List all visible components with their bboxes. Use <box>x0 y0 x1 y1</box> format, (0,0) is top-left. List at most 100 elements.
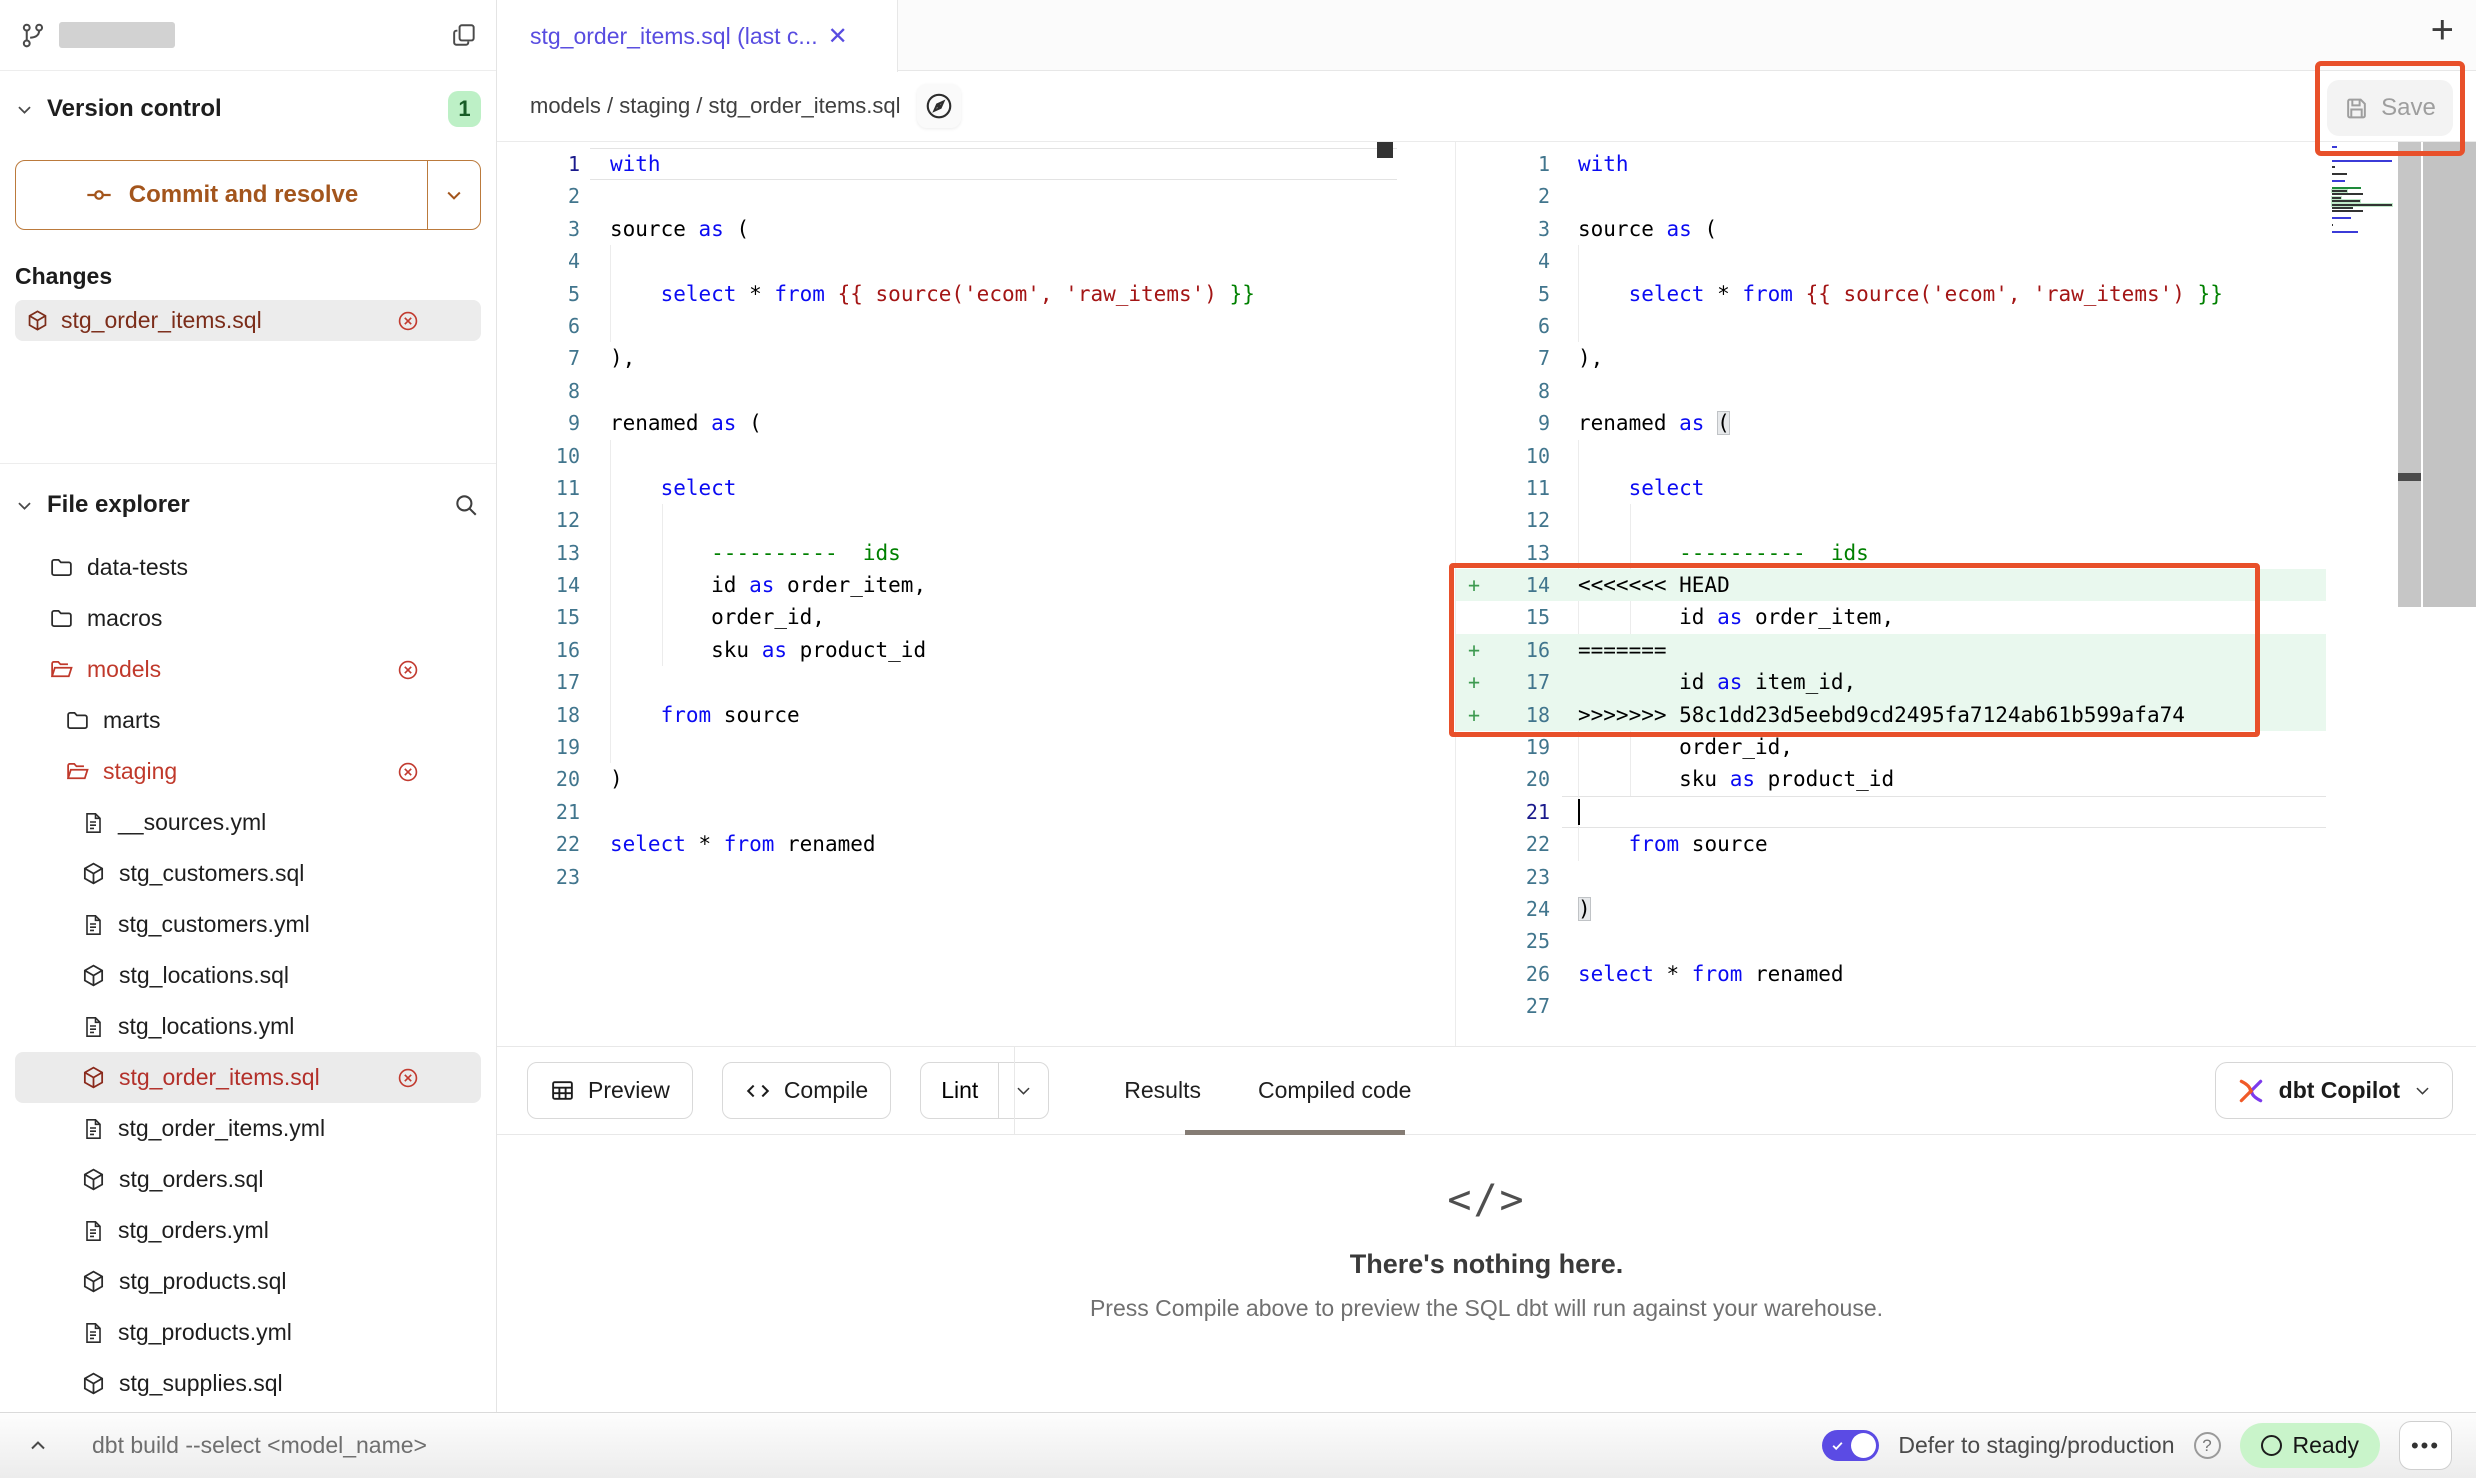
code-line[interactable]: 6 <box>497 310 1397 342</box>
code-line[interactable]: 12 <box>497 504 1397 536</box>
code-line[interactable]: 9renamed as ( <box>497 407 1397 439</box>
code-line[interactable]: 3source as ( <box>1456 213 2326 245</box>
copy-files-icon[interactable] <box>450 20 480 50</box>
tree-item-stg-locations-yml[interactable]: stg_locations.yml <box>15 1001 481 1052</box>
tree-item-stg-orders-sql[interactable]: stg_orders.sql <box>15 1154 481 1205</box>
defer-toggle[interactable] <box>1822 1430 1879 1461</box>
tree-item-stg-customers-yml[interactable]: stg_customers.yml <box>15 899 481 950</box>
code-line[interactable]: 7), <box>1456 342 2326 374</box>
dbt-copilot-button[interactable]: dbt Copilot <box>2215 1062 2453 1119</box>
left-pane-scrollbar-thumb[interactable] <box>1377 142 1393 158</box>
tree-item--sources-yml[interactable]: __sources.yml <box>15 797 481 848</box>
tree-item-models[interactable]: models <box>15 644 481 695</box>
code-line[interactable]: 15 id as order_item, <box>1456 601 2326 633</box>
discard-change-icon[interactable] <box>397 310 419 332</box>
code-line[interactable]: 14 id as order_item, <box>497 569 1397 601</box>
tab-results[interactable]: Results <box>1124 1077 1201 1104</box>
code-line[interactable]: 22 from source <box>1456 828 2326 860</box>
code-line[interactable]: 12 <box>1456 504 2326 536</box>
search-icon[interactable] <box>451 490 481 520</box>
tab-compiled-code[interactable]: Compiled code <box>1258 1077 1411 1104</box>
code-line[interactable]: 1with <box>1456 148 2326 180</box>
tree-item-stg-order-items-sql[interactable]: stg_order_items.sql <box>15 1052 481 1103</box>
code-line[interactable]: 10 <box>1456 440 2326 472</box>
code-line[interactable]: 11 select <box>497 472 1397 504</box>
editor-scrollbar-thumb[interactable] <box>2398 473 2421 481</box>
code-line[interactable]: 23 <box>497 861 1397 893</box>
commit-options-chevron[interactable] <box>427 161 480 229</box>
tree-item-stg-supplies-sql[interactable]: stg_supplies.sql <box>15 1358 481 1409</box>
preview-button[interactable]: Preview <box>527 1062 693 1119</box>
code-line[interactable]: 3source as ( <box>497 213 1397 245</box>
code-line[interactable]: +16======= <box>1456 634 2326 666</box>
tree-item-stg-customers-sql[interactable]: stg_customers.sql <box>15 848 481 899</box>
code-line[interactable]: 26select * from renamed <box>1456 958 2326 990</box>
lineage-compass-icon[interactable] <box>917 84 961 128</box>
lint-options-chevron[interactable] <box>998 1063 1048 1118</box>
diff-pane-modified[interactable]: 1with23source as (45 select * from {{ so… <box>1456 142 2326 1046</box>
tree-item-staging[interactable]: staging <box>15 746 481 797</box>
code-line[interactable]: 13 ---------- ids <box>497 537 1397 569</box>
close-tab-icon[interactable]: ✕ <box>828 22 848 51</box>
tree-item-macros[interactable]: macros <box>15 593 481 644</box>
code-line[interactable]: 2 <box>1456 180 2326 212</box>
command-input[interactable]: dbt build --select <model_name> <box>92 1432 427 1459</box>
code-line[interactable]: 7), <box>497 342 1397 374</box>
code-line[interactable]: 1with <box>497 148 1397 180</box>
code-line[interactable]: 8 <box>1456 375 2326 407</box>
commit-and-resolve-button[interactable]: Commit and resolve <box>16 161 427 229</box>
tree-item-stg-orders-yml[interactable]: stg_orders.yml <box>15 1205 481 1256</box>
tree-item-stg-products-sql[interactable]: stg_products.sql <box>15 1256 481 1307</box>
code-line[interactable]: 17 <box>497 666 1397 698</box>
discard-change-icon[interactable] <box>397 659 419 681</box>
code-line[interactable]: 22select * from renamed <box>497 828 1397 860</box>
code-line[interactable]: 15 order_id, <box>497 601 1397 633</box>
code-line[interactable]: 8 <box>497 375 1397 407</box>
code-line[interactable]: 2 <box>497 180 1397 212</box>
code-line[interactable]: 5 select * from {{ source('ecom', 'raw_i… <box>1456 278 2326 310</box>
editor-scrollbar[interactable] <box>2398 142 2421 607</box>
code-line[interactable]: 11 select <box>1456 472 2326 504</box>
chevron-down-icon[interactable] <box>15 496 34 515</box>
more-options-button[interactable]: ••• <box>2399 1421 2452 1470</box>
code-line[interactable]: 21 <box>497 796 1397 828</box>
code-line[interactable]: 19 <box>497 731 1397 763</box>
code-line[interactable]: 23 <box>1456 861 2326 893</box>
tree-item-marts[interactable]: marts <box>15 695 481 746</box>
tree-item-stg-order-items-yml[interactable]: stg_order_items.yml <box>15 1103 481 1154</box>
code-line[interactable]: 20) <box>497 763 1397 795</box>
chevron-up-icon[interactable] <box>26 1434 50 1458</box>
code-line[interactable]: +17 id as item_id, <box>1456 666 2326 698</box>
tab-stg-order-items[interactable]: stg_order_items.sql (last c... ✕ <box>497 0 898 72</box>
diff-pane-original[interactable]: 1with23source as (45 select * from {{ so… <box>497 142 1397 1046</box>
new-tab-icon[interactable]: + <box>2431 10 2454 50</box>
lint-button[interactable]: Lint <box>921 1063 998 1118</box>
discard-change-icon[interactable] <box>397 1067 419 1089</box>
tree-item-data-tests[interactable]: data-tests <box>15 542 481 593</box>
code-line[interactable]: 19 order_id, <box>1456 731 2326 763</box>
code-line[interactable]: 16 sku as product_id <box>497 634 1397 666</box>
code-line[interactable]: +14<<<<<<< HEAD <box>1456 569 2326 601</box>
help-icon[interactable]: ? <box>2194 1432 2221 1459</box>
code-line[interactable]: 13 ---------- ids <box>1456 537 2326 569</box>
code-line[interactable]: 4 <box>1456 245 2326 277</box>
code-line[interactable]: 18 from source <box>497 699 1397 731</box>
save-button[interactable]: Save <box>2327 80 2453 136</box>
changed-file-row[interactable]: stg_order_items.sql <box>15 300 481 341</box>
code-line[interactable]: 21 <box>1456 796 2326 828</box>
code-line[interactable]: +18>>>>>>> 58c1dd23d5eebd9cd2495fa7124ab… <box>1456 699 2326 731</box>
compile-button[interactable]: Compile <box>722 1062 891 1119</box>
code-line[interactable]: 25 <box>1456 925 2326 957</box>
tree-item-stg-products-yml[interactable]: stg_products.yml <box>15 1307 481 1358</box>
code-line[interactable]: 24) <box>1456 893 2326 925</box>
minimap[interactable] <box>2326 146 2398 346</box>
code-line[interactable]: 27 <box>1456 990 2326 1022</box>
code-line[interactable]: 5 select * from {{ source('ecom', 'raw_i… <box>497 278 1397 310</box>
code-line[interactable]: 9renamed as ( <box>1456 407 2326 439</box>
code-line[interactable]: 20 sku as product_id <box>1456 763 2326 795</box>
code-line[interactable]: 10 <box>497 440 1397 472</box>
code-line[interactable]: 4 <box>497 245 1397 277</box>
tree-item-stg-locations-sql[interactable]: stg_locations.sql <box>15 950 481 1001</box>
discard-change-icon[interactable] <box>397 761 419 783</box>
status-badge[interactable]: Ready <box>2240 1423 2380 1468</box>
